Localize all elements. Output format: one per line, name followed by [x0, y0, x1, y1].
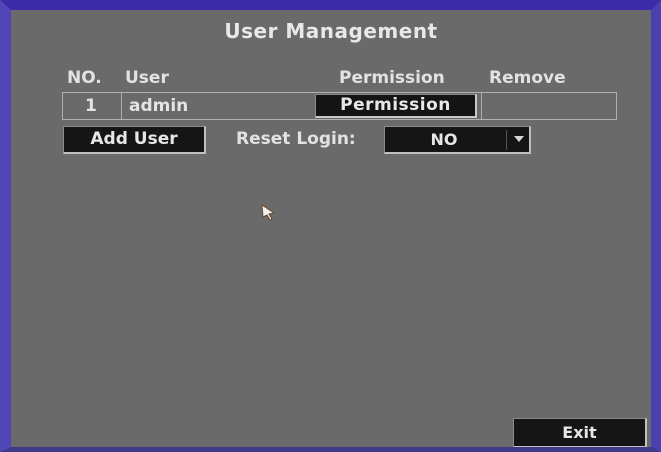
- column-header-permission: Permission: [339, 68, 445, 88]
- cell-divider: [121, 93, 122, 119]
- chevron-down-icon[interactable]: [514, 136, 524, 142]
- user-management-screen: User Management NO. User Permission Remo…: [0, 0, 661, 452]
- cell-divider: [481, 93, 482, 119]
- column-header-remove: Remove: [489, 68, 566, 88]
- remove-cell[interactable]: [483, 93, 616, 119]
- reset-login-value: NO: [430, 130, 458, 149]
- table-row[interactable]: 1 admin Permission: [62, 92, 617, 120]
- column-header-user: User: [125, 68, 169, 88]
- row-number: 1: [85, 96, 97, 116]
- page-title: User Management: [224, 19, 438, 43]
- column-header-no: NO.: [67, 68, 102, 88]
- mouse-pointer-icon: [261, 204, 276, 220]
- exit-button[interactable]: Exit: [513, 418, 647, 447]
- add-user-button[interactable]: Add User: [63, 126, 206, 154]
- row-username: admin: [129, 96, 189, 116]
- dropdown-divider: [506, 130, 507, 150]
- reset-login-select[interactable]: NO: [384, 126, 531, 154]
- permission-button[interactable]: Permission: [315, 94, 477, 118]
- reset-login-label: Reset Login:: [236, 129, 356, 149]
